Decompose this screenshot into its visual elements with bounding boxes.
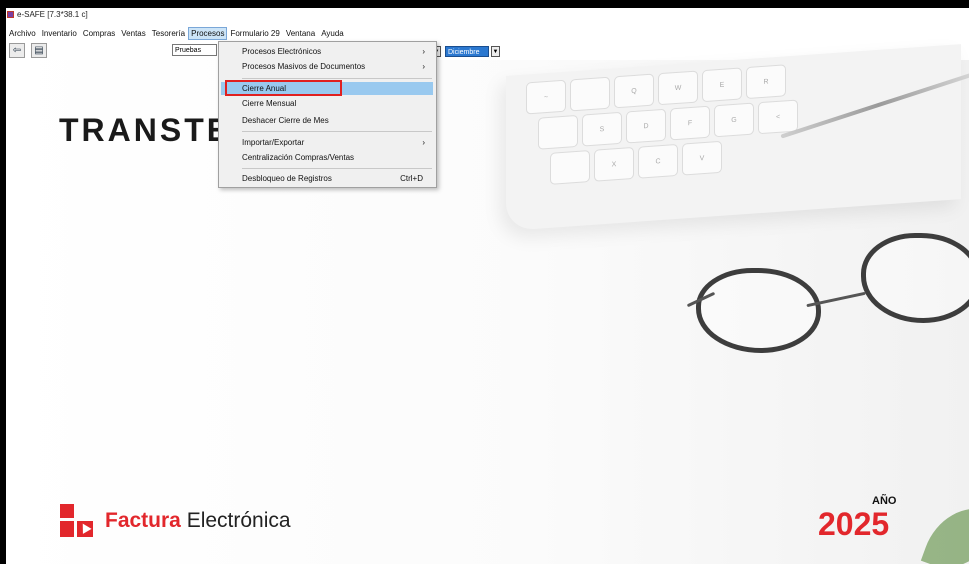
- keyboard-key: F: [670, 105, 710, 141]
- menu-item-deshacer-cierre[interactable]: Deshacer Cierre de Mes: [221, 114, 433, 127]
- keyboard-key: X: [594, 146, 634, 182]
- keyboard-key: [570, 76, 610, 112]
- chevron-down-icon[interactable]: ▼: [491, 45, 500, 57]
- menu-separator: [242, 131, 432, 132]
- menu-formulario-29[interactable]: Formulario 29: [227, 27, 282, 40]
- chevron-right-icon: ›: [422, 62, 425, 71]
- menu-separator: [242, 168, 432, 169]
- window-title: e-SAFE [7.3*38.1 c]: [17, 10, 88, 19]
- menu-inventario[interactable]: Inventario: [39, 27, 80, 40]
- menu-procesos[interactable]: Procesos: [188, 27, 228, 40]
- menu-item-centralizacion[interactable]: Centralización Compras/Ventas: [221, 151, 433, 164]
- menu-item-cierre-mensual[interactable]: Cierre Mensual: [221, 97, 433, 110]
- app-window: e-SAFE [7.3*38.1 c] Archivo Inventario C…: [6, 8, 969, 564]
- keyboard-key: V: [682, 140, 722, 176]
- menu-ventas[interactable]: Ventas: [118, 27, 148, 40]
- menu-item-desbloqueo-registros[interactable]: Desbloqueo de Registros Ctrl+D: [221, 172, 433, 185]
- chevron-right-icon: ›: [422, 47, 425, 56]
- glasses-image: [686, 228, 969, 368]
- keyboard-key: C: [638, 143, 678, 179]
- month-selector: ▼ Diciembre ▼: [432, 45, 500, 57]
- company-field[interactable]: Pruebas: [172, 44, 217, 56]
- keyboard-key: <: [758, 99, 798, 135]
- title-bar: e-SAFE [7.3*38.1 c]: [6, 8, 969, 21]
- keyboard-key: S: [582, 111, 622, 147]
- menu-archivo[interactable]: Archivo: [6, 27, 39, 40]
- menu-item-procesos-electronicos[interactable]: Procesos Electrónicos ›: [221, 45, 433, 58]
- menu-ventana[interactable]: Ventana: [283, 27, 318, 40]
- menu-item-importar-exportar[interactable]: Importar/Exportar ›: [221, 136, 433, 149]
- keyboard-key: D: [626, 108, 666, 144]
- keyboard-image: ~ Q W E R S D F G < X C V: [506, 44, 961, 231]
- menu-compras[interactable]: Compras: [80, 27, 118, 40]
- chevron-right-icon: ›: [422, 138, 425, 147]
- shortcut-label: Ctrl+D: [400, 174, 423, 183]
- year-value: 2025: [818, 506, 890, 542]
- company-logo-text: TRANSTE: [59, 112, 228, 148]
- menu-separator: [242, 78, 432, 79]
- menu-item-procesos-masivos[interactable]: Procesos Masivos de Documentos ›: [221, 60, 433, 73]
- factura-logo-icon: [60, 504, 93, 537]
- keyboard-key: Q: [614, 73, 654, 109]
- keyboard-key: ~: [526, 79, 566, 115]
- month-field[interactable]: Diciembre: [445, 45, 489, 57]
- app-icon: [7, 11, 14, 18]
- keyboard-key: [550, 150, 590, 185]
- menu-bar: Archivo Inventario Compras Ventas Tesore…: [6, 27, 969, 40]
- menu-ayuda[interactable]: Ayuda: [318, 27, 347, 40]
- factura-electronica-logo: Factura Electrónica: [60, 504, 291, 537]
- menu-tesoreria[interactable]: Tesorería: [149, 27, 188, 40]
- printer-icon[interactable]: ▤: [31, 42, 47, 58]
- factura-logo-text: Factura Electrónica: [105, 508, 291, 532]
- keyboard-key: W: [658, 70, 698, 106]
- keyboard-key: E: [702, 67, 742, 103]
- keyboard-key: G: [714, 102, 754, 138]
- keyboard-key: R: [746, 64, 786, 100]
- procesos-menu: Procesos Electrónicos › Procesos Masivos …: [218, 41, 437, 188]
- exit-icon[interactable]: ⇦: [9, 42, 25, 58]
- red-annotation-box: [225, 80, 342, 96]
- keyboard-key: [538, 114, 578, 150]
